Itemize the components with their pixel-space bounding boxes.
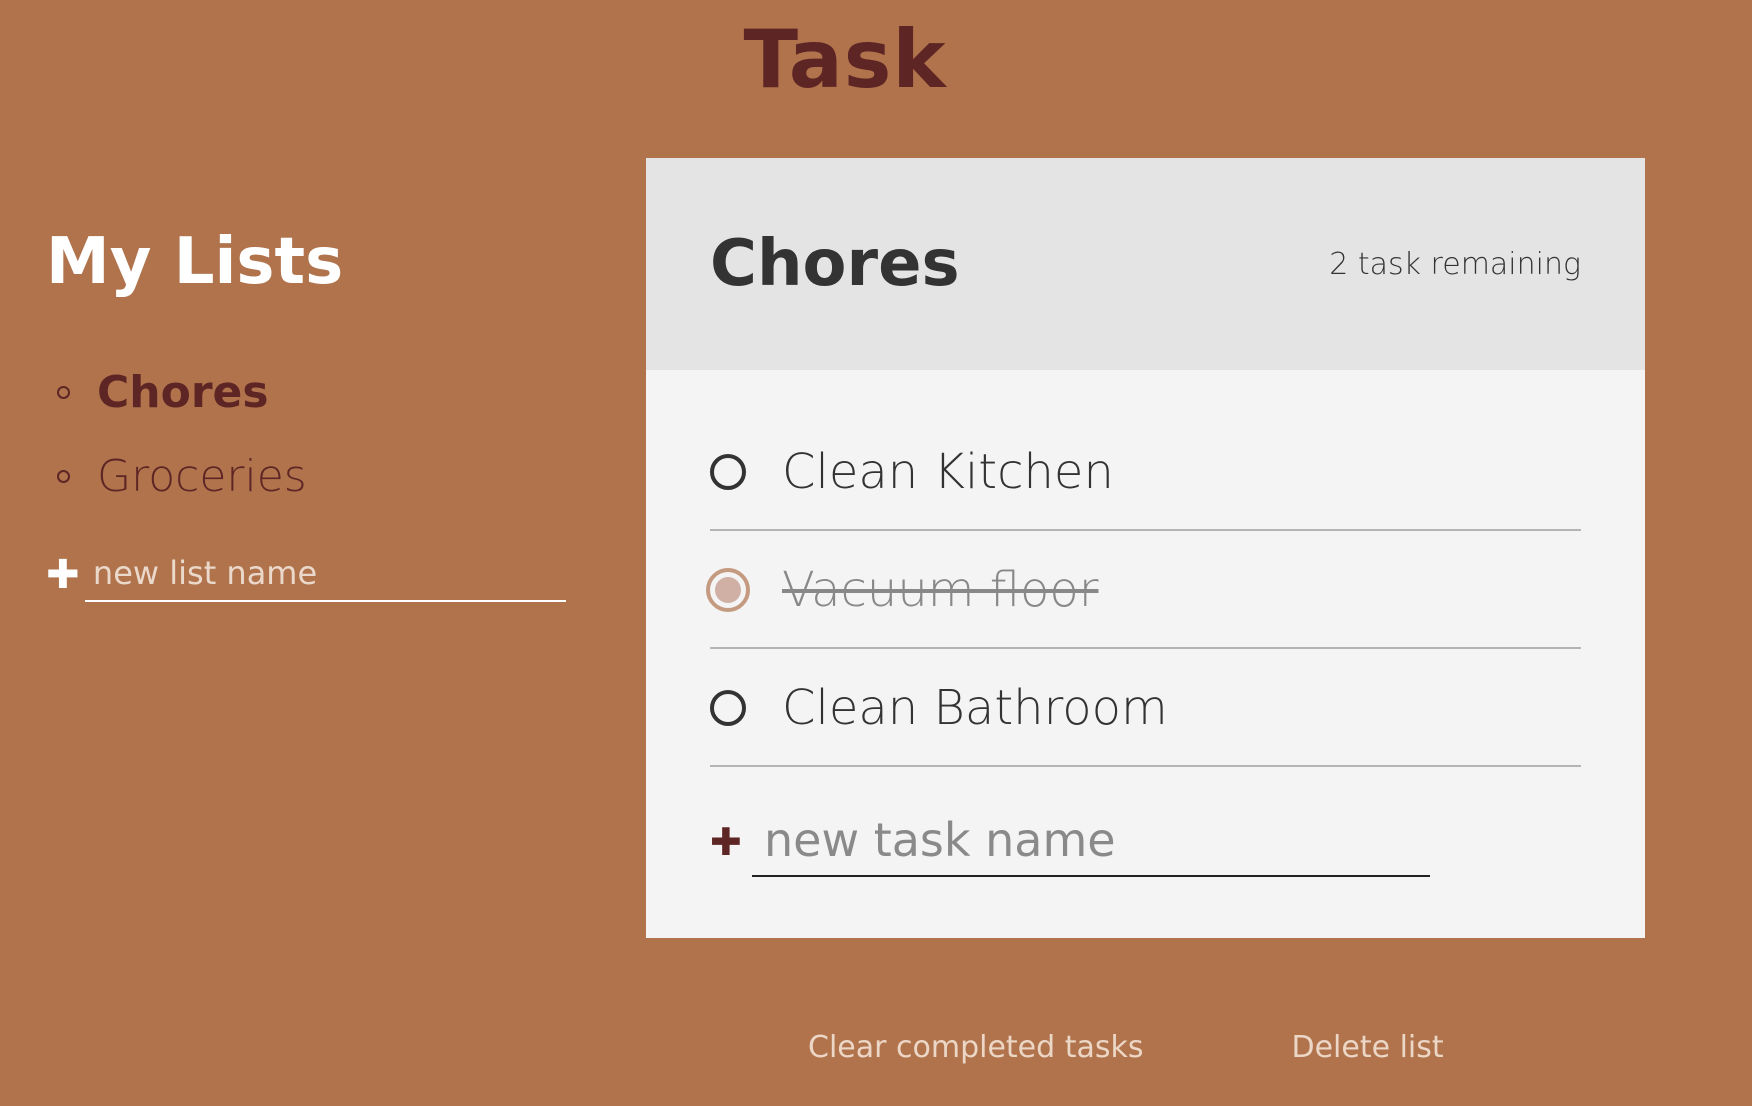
bullet-icon (57, 385, 70, 399)
task-item[interactable]: Vacuum floor (706, 533, 1581, 649)
list-actions: Clear completed tasks Delete list (808, 1030, 1444, 1065)
panel-header: Chores 2 task remaining (646, 158, 1645, 370)
bullet-icon (57, 469, 70, 483)
checkbox-icon[interactable] (710, 454, 746, 490)
list-item-label: Chores (97, 366, 269, 418)
list-item-groceries[interactable]: Groceries (46, 434, 566, 518)
task-panel: Chores 2 task remaining Clean Kitchen Va… (646, 158, 1645, 938)
task-label: Clean Bathroom (782, 680, 1168, 736)
task-label: Vacuum floor (782, 562, 1099, 618)
task-item[interactable]: Clean Bathroom (710, 651, 1581, 767)
new-task-form: ✚ (710, 807, 1581, 877)
new-list-form: ✚ (46, 548, 566, 602)
task-list: Clean Kitchen Vacuum floor Clean Bathroo… (646, 370, 1645, 877)
clear-completed-button[interactable]: Clear completed tasks (808, 1030, 1143, 1065)
task-count: 2 task remaining (1329, 246, 1581, 282)
new-list-input[interactable] (84, 548, 566, 602)
plus-icon[interactable]: ✚ (710, 823, 752, 861)
sidebar: My Lists Chores Groceries ✚ (46, 222, 566, 602)
new-task-input[interactable] (752, 807, 1430, 877)
checkbox-icon[interactable] (710, 690, 746, 726)
list-item-label: Groceries (97, 450, 307, 502)
task-label: Clean Kitchen (782, 444, 1114, 500)
delete-list-button[interactable]: Delete list (1291, 1030, 1443, 1065)
list-title: Chores (710, 227, 960, 301)
sidebar-title: My Lists (46, 225, 344, 299)
task-item[interactable]: Clean Kitchen (710, 415, 1581, 531)
plus-icon[interactable]: ✚ (46, 555, 85, 595)
list-nav: Chores Groceries (46, 350, 566, 518)
list-item-chores[interactable]: Chores (46, 350, 566, 434)
checkbox-checked-icon[interactable] (706, 568, 750, 612)
app-title: Task (743, 13, 947, 106)
